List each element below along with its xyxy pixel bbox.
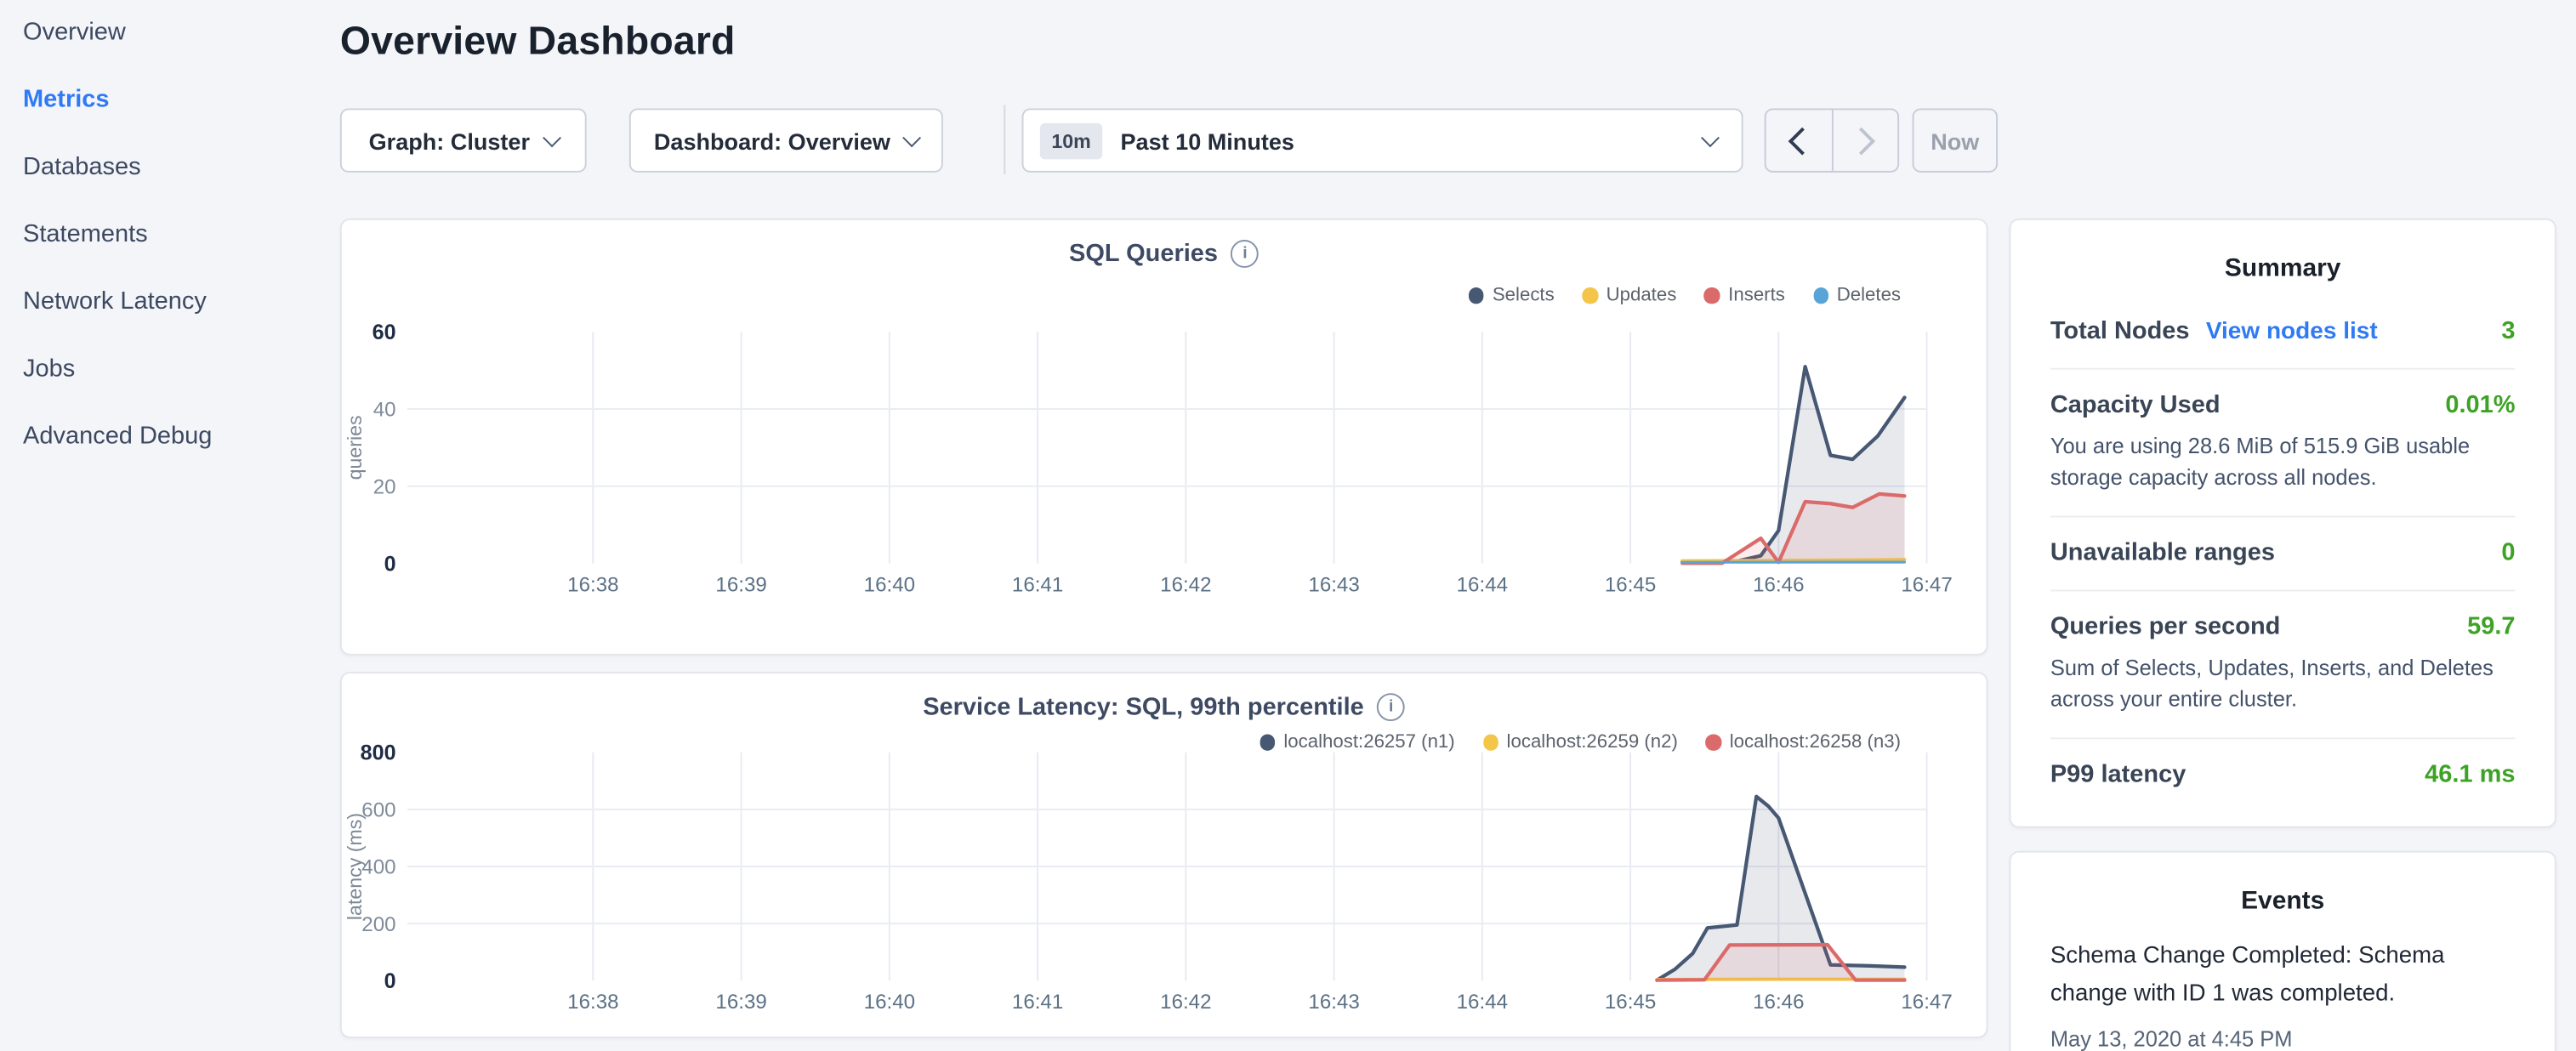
summary-row-capacity-used: Capacity Used 0.01% You are using 28.6 M…: [2050, 370, 2516, 518]
summary-value: 0.01%: [2445, 391, 2515, 419]
svg-text:16:45: 16:45: [1605, 991, 1656, 1014]
chevron-left-icon: [1788, 127, 1816, 155]
summary-row-queries-per-second: Queries per second 59.7 Sum of Selects, …: [2050, 591, 2516, 739]
svg-text:600: 600: [361, 799, 395, 822]
svg-text:16:38: 16:38: [567, 991, 618, 1014]
summary-label: Total Nodes: [2050, 317, 2190, 345]
svg-text:16:47: 16:47: [1901, 573, 1952, 596]
sidebar-item-advanced-debug[interactable]: Advanced Debug: [23, 421, 340, 454]
sidebar-nav: Overview Metrics Databases Statements Networ…: [0, 0, 340, 1051]
summary-row-unavailable-ranges: Unavailable ranges 0: [2050, 518, 2516, 592]
svg-text:16:40: 16:40: [864, 991, 915, 1014]
summary-label: Queries per second: [2050, 613, 2281, 641]
svg-text:16:41: 16:41: [1012, 573, 1063, 596]
svg-text:16:44: 16:44: [1457, 573, 1508, 596]
summary-description: You are using 28.6 MiB of 515.9 GiB usab…: [2050, 430, 2516, 492]
sidebar-item-databases[interactable]: Databases: [23, 151, 340, 185]
summary-value: 59.7: [2467, 613, 2515, 641]
summary-value: 3: [2501, 317, 2515, 345]
svg-text:40: 40: [373, 399, 396, 422]
dashboard-dropdown[interactable]: Dashboard: Overview: [629, 108, 943, 172]
svg-text:16:45: 16:45: [1605, 573, 1656, 596]
svg-text:400: 400: [361, 856, 395, 879]
svg-text:20: 20: [373, 475, 396, 498]
chevron-down-icon: [1701, 128, 1720, 146]
svg-text:60: 60: [372, 321, 396, 344]
events-panel-title: Events: [2010, 853, 2554, 929]
time-step-forward-button[interactable]: [1833, 110, 1897, 170]
sidebar-item-statements[interactable]: Statements: [23, 219, 340, 252]
time-range-badge: 10m: [1040, 122, 1102, 158]
summary-label: P99 latency: [2050, 760, 2186, 788]
svg-text:0: 0: [384, 552, 396, 576]
svg-text:800: 800: [361, 741, 396, 764]
svg-text:16:44: 16:44: [1457, 991, 1508, 1014]
events-panel: Events Schema Change Completed: Schema c…: [2010, 851, 2556, 1051]
svg-text:latency (ms): latency (ms): [344, 813, 366, 920]
toolbar-divider: [1004, 105, 1005, 174]
now-button[interactable]: Now: [1913, 108, 1998, 172]
sidebar-item-overview[interactable]: Overview: [23, 16, 340, 49]
summary-label: Unavailable ranges: [2050, 539, 2275, 567]
svg-text:16:43: 16:43: [1308, 991, 1359, 1014]
graph-scope-dropdown[interactable]: Graph: Cluster: [340, 108, 587, 172]
svg-text:16:46: 16:46: [1753, 991, 1804, 1014]
summary-value: 46.1 ms: [2425, 760, 2515, 788]
summary-value: 0: [2501, 539, 2515, 567]
summary-panel-title: Summary: [2010, 220, 2554, 296]
svg-text:16:42: 16:42: [1160, 573, 1211, 596]
db-console-app: Overview Metrics Databases Statements Networ…: [0, 0, 2576, 1051]
view-nodes-list-link[interactable]: View nodes list: [2206, 319, 2378, 345]
sidebar-item-metrics[interactable]: Metrics: [23, 84, 340, 117]
svg-text:200: 200: [361, 913, 395, 936]
summary-row-p99-latency: P99 latency 46.1 ms: [2050, 739, 2516, 811]
event-message: Schema Change Completed: Schema change w…: [2050, 938, 2516, 1014]
svg-text:16:38: 16:38: [567, 573, 618, 596]
summary-label: Capacity Used: [2050, 391, 2221, 419]
chevron-down-icon: [542, 128, 560, 146]
summary-body: Total Nodes View nodes list 3 Capacity U…: [2010, 296, 2554, 812]
svg-text:16:39: 16:39: [715, 573, 766, 596]
svg-text:queries: queries: [344, 415, 366, 480]
summary-panel: Summary Total Nodes View nodes list 3 Ca…: [2010, 219, 2556, 828]
summary-description: Sum of Selects, Updates, Inserts, and De…: [2050, 652, 2516, 714]
svg-text:16:43: 16:43: [1308, 573, 1359, 596]
dashboard-dropdown-label: Dashboard: Overview: [654, 128, 890, 154]
time-step-back-button[interactable]: [1766, 110, 1833, 170]
sidebar-list: Overview Metrics Databases Statements Networ…: [0, 0, 340, 453]
svg-text:16:47: 16:47: [1901, 991, 1952, 1014]
sql-queries-chart-card: SQL Queries i SelectsUpdatesInsertsDelet…: [340, 219, 1988, 656]
graph-scope-dropdown-label: Graph: Cluster: [369, 128, 530, 154]
svg-text:16:42: 16:42: [1160, 991, 1211, 1014]
summary-row-total-nodes: Total Nodes View nodes list 3: [2050, 296, 2516, 370]
chevron-right-icon: [1848, 127, 1876, 155]
chevron-down-icon: [902, 128, 921, 146]
time-range-picker[interactable]: 10m Past 10 Minutes: [1022, 108, 1743, 172]
time-step-buttons: [1765, 108, 1899, 172]
sql-queries-plot[interactable]: 16:38 16:39 16:40 16:41 16:42 16:43 16:44 16:45…: [342, 220, 1990, 657]
sidebar-item-jobs[interactable]: Jobs: [23, 353, 340, 386]
svg-text:0: 0: [384, 969, 396, 993]
page-title: Overview Dashboard: [340, 20, 736, 65]
sidebar-item-network-latency[interactable]: Network Latency: [23, 286, 340, 319]
svg-text:16:41: 16:41: [1012, 991, 1063, 1014]
event-timestamp: May 13, 2020 at 4:45 PM: [2050, 1026, 2516, 1051]
svg-text:16:40: 16:40: [864, 573, 915, 596]
time-range-label: Past 10 Minutes: [1121, 128, 1294, 154]
svg-text:16:46: 16:46: [1753, 573, 1804, 596]
service-latency-plot[interactable]: 16:38 16:39 16:40 16:41 16:42 16:43 16:44 16:45…: [342, 673, 1990, 1040]
service-latency-chart-card: Service Latency: SQL, 99th percentile i …: [340, 672, 1988, 1038]
event-list-item[interactable]: Schema Change Completed: Schema change w…: [2010, 928, 2554, 1051]
svg-text:16:39: 16:39: [715, 991, 766, 1014]
